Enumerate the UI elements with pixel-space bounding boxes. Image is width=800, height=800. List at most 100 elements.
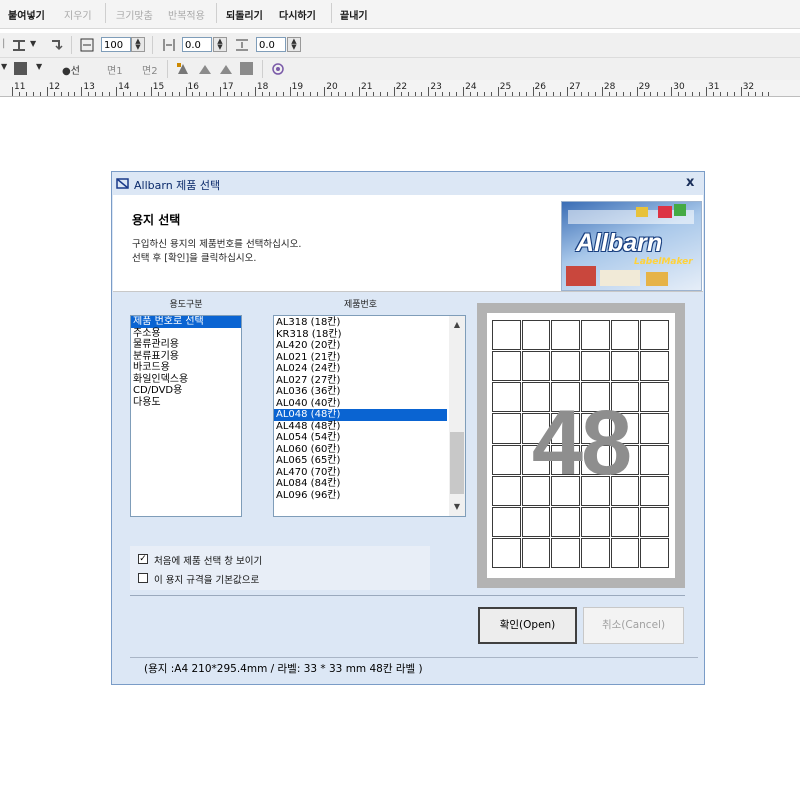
usage-list-item[interactable]: 바코드용 bbox=[131, 362, 241, 374]
rotate-icon[interactable] bbox=[50, 38, 64, 52]
product-list[interactable]: AL318 (18칸) KR318 (18칸) AL420 (20칸) AL021 (… bbox=[273, 315, 466, 517]
usage-list-item[interactable]: 다용도 bbox=[131, 397, 241, 409]
spacing-x-stepper[interactable]: ▲ ▼ bbox=[213, 37, 227, 52]
product-list-item[interactable]: AL040 (40칸) bbox=[274, 398, 447, 410]
ruler-tick bbox=[18, 92, 20, 96]
ruler-tick bbox=[213, 92, 215, 96]
ruler-tick bbox=[338, 92, 340, 96]
triangle-icon[interactable] bbox=[219, 62, 233, 76]
ruler-tick bbox=[463, 87, 465, 96]
line-button[interactable]: ●선 bbox=[62, 62, 80, 77]
ruler-tick bbox=[761, 92, 763, 96]
ruler-tick bbox=[136, 92, 138, 96]
align-icon[interactable] bbox=[12, 38, 26, 52]
width-stepper[interactable]: ▲ ▼ bbox=[131, 37, 145, 52]
ruler-tick bbox=[574, 92, 576, 96]
ruler-tick bbox=[102, 92, 104, 96]
ruler-tick bbox=[282, 92, 284, 96]
ruler-tick bbox=[185, 87, 187, 96]
ruler-label: 25 bbox=[499, 82, 512, 92]
scrollbar-thumb[interactable] bbox=[450, 432, 464, 494]
ruler-tick bbox=[123, 92, 125, 96]
product-list-item[interactable]: AL318 (18칸) bbox=[274, 317, 447, 329]
chevron-down-icon[interactable]: ▼ bbox=[1, 62, 7, 71]
fill-color-icon[interactable] bbox=[14, 62, 27, 75]
spacing-y-input[interactable]: 0.0 bbox=[256, 37, 286, 52]
product-list-item[interactable]: AL048 (48칸) bbox=[274, 409, 447, 421]
logo-text: Allbarn bbox=[576, 229, 663, 257]
face1-button[interactable]: 면1 bbox=[107, 62, 123, 77]
ruler-tick bbox=[726, 92, 728, 96]
ruler-tick bbox=[88, 92, 90, 96]
ruler-tick bbox=[400, 92, 402, 96]
undo-button[interactable]: 되돌리기 bbox=[226, 7, 263, 22]
format-toolbar: | ▼ 100 ▲ ▼ 0.0 ▲ ▼ 0.0 ▲ ▼ bbox=[0, 33, 800, 58]
product-list-item[interactable]: AL054 (54칸) bbox=[274, 432, 447, 444]
usage-list-item[interactable]: 물류관리용 bbox=[131, 339, 241, 351]
usage-list-item[interactable]: 주소용 bbox=[131, 328, 241, 340]
show-on-start-label[interactable]: 처음에 제품 선택 창 보이기 bbox=[154, 553, 262, 567]
product-list-item[interactable]: AL084 (84칸) bbox=[274, 478, 447, 490]
product-list-item[interactable]: AL021 (21칸) bbox=[274, 352, 447, 364]
label-cell bbox=[640, 351, 669, 382]
ruler-tick bbox=[768, 92, 770, 96]
cancel-button[interactable]: 취소(Cancel) bbox=[583, 607, 684, 644]
label-cell bbox=[492, 351, 521, 382]
spacing-y-stepper[interactable]: ▲ ▼ bbox=[287, 37, 301, 52]
options-panel: ✓ 처음에 제품 선택 창 보이기 이 용지 규격을 기본값으로 bbox=[130, 546, 430, 590]
fit-size-button[interactable]: 크기맞춤 bbox=[116, 7, 153, 22]
triangle-icon[interactable] bbox=[198, 62, 212, 76]
chevron-down-icon[interactable]: ▼ bbox=[36, 62, 42, 71]
ruler-tick bbox=[754, 92, 756, 96]
square-icon[interactable] bbox=[240, 62, 253, 75]
horizontal-ruler: 11 12 13 14 15 16 17 18 19 20 21 22 23 24 25 26 27 28 29 30… bbox=[0, 80, 800, 97]
usage-list[interactable]: 제품 번호로 선택 주소용 물류관리용 분류표기용 바코드용 화일인덱스용 CD/DVD용 다… bbox=[130, 315, 242, 517]
exit-button[interactable]: 끝내기 bbox=[340, 7, 368, 22]
delete-button[interactable]: 지우기 bbox=[64, 7, 92, 22]
ruler-label: 28 bbox=[603, 82, 616, 92]
set-default-label[interactable]: 이 용지 규격을 기본값으로 bbox=[154, 572, 259, 586]
product-list-item[interactable]: AL036 (36칸) bbox=[274, 386, 447, 398]
product-list-item[interactable]: KR318 (18칸) bbox=[274, 329, 447, 341]
product-list-item[interactable]: AL096 (96칸) bbox=[274, 490, 447, 502]
usage-list-item[interactable]: 화일인덱스용 bbox=[131, 374, 241, 386]
usage-list-item[interactable]: CD/DVD용 bbox=[131, 385, 241, 397]
label-cell bbox=[492, 320, 521, 351]
dialog-titlebar: Allbarn 제품 선택 x bbox=[112, 172, 704, 195]
width-input[interactable]: 100 bbox=[101, 37, 131, 52]
ruler-tick bbox=[699, 92, 701, 96]
product-list-item[interactable]: AL065 (65칸) bbox=[274, 455, 447, 467]
ruler-tick bbox=[331, 92, 333, 96]
product-list-item[interactable]: AL060 (60칸) bbox=[274, 444, 447, 456]
product-list-item[interactable]: AL024 (24칸) bbox=[274, 363, 447, 375]
usage-list-item[interactable]: 분류표기용 bbox=[131, 351, 241, 363]
target-icon[interactable] bbox=[271, 62, 285, 76]
ruler-tick bbox=[74, 92, 76, 96]
scroll-up-icon[interactable]: ▲ bbox=[449, 318, 465, 332]
spacing-x-input[interactable]: 0.0 bbox=[182, 37, 212, 52]
ruler-tick bbox=[289, 87, 291, 96]
show-on-start-checkbox[interactable]: ✓ bbox=[138, 554, 148, 564]
ruler-tick bbox=[157, 92, 159, 96]
ruler-tick bbox=[275, 92, 277, 96]
open-button[interactable]: 확인(Open) bbox=[478, 607, 577, 644]
redo-button[interactable]: 다시하기 bbox=[279, 7, 316, 22]
product-list-item[interactable]: AL448 (48칸) bbox=[274, 421, 447, 433]
paste-button[interactable]: 붙여넣기 bbox=[8, 7, 45, 22]
product-list-scrollbar[interactable]: ▲ ▼ bbox=[449, 316, 465, 516]
usage-list-item[interactable]: 제품 번호로 선택 bbox=[131, 316, 241, 328]
close-button[interactable]: x bbox=[686, 175, 694, 190]
scroll-down-icon[interactable]: ▼ bbox=[449, 500, 465, 514]
product-list-item[interactable]: AL420 (20칸) bbox=[274, 340, 447, 352]
set-default-checkbox[interactable] bbox=[138, 573, 148, 583]
apply-repeat-button[interactable]: 반복적용 bbox=[168, 7, 205, 22]
product-list-item[interactable]: AL470 (70칸) bbox=[274, 467, 447, 479]
ruler-label: 17 bbox=[222, 82, 234, 92]
ruler-tick bbox=[303, 92, 305, 96]
ruler-tick bbox=[657, 92, 659, 96]
chevron-down-icon[interactable]: ▼ bbox=[30, 39, 36, 48]
shadow-icon[interactable] bbox=[176, 62, 190, 76]
toolbar-divider bbox=[71, 36, 72, 54]
product-list-item[interactable]: AL027 (27칸) bbox=[274, 375, 447, 387]
face2-button[interactable]: 면2 bbox=[142, 62, 158, 77]
